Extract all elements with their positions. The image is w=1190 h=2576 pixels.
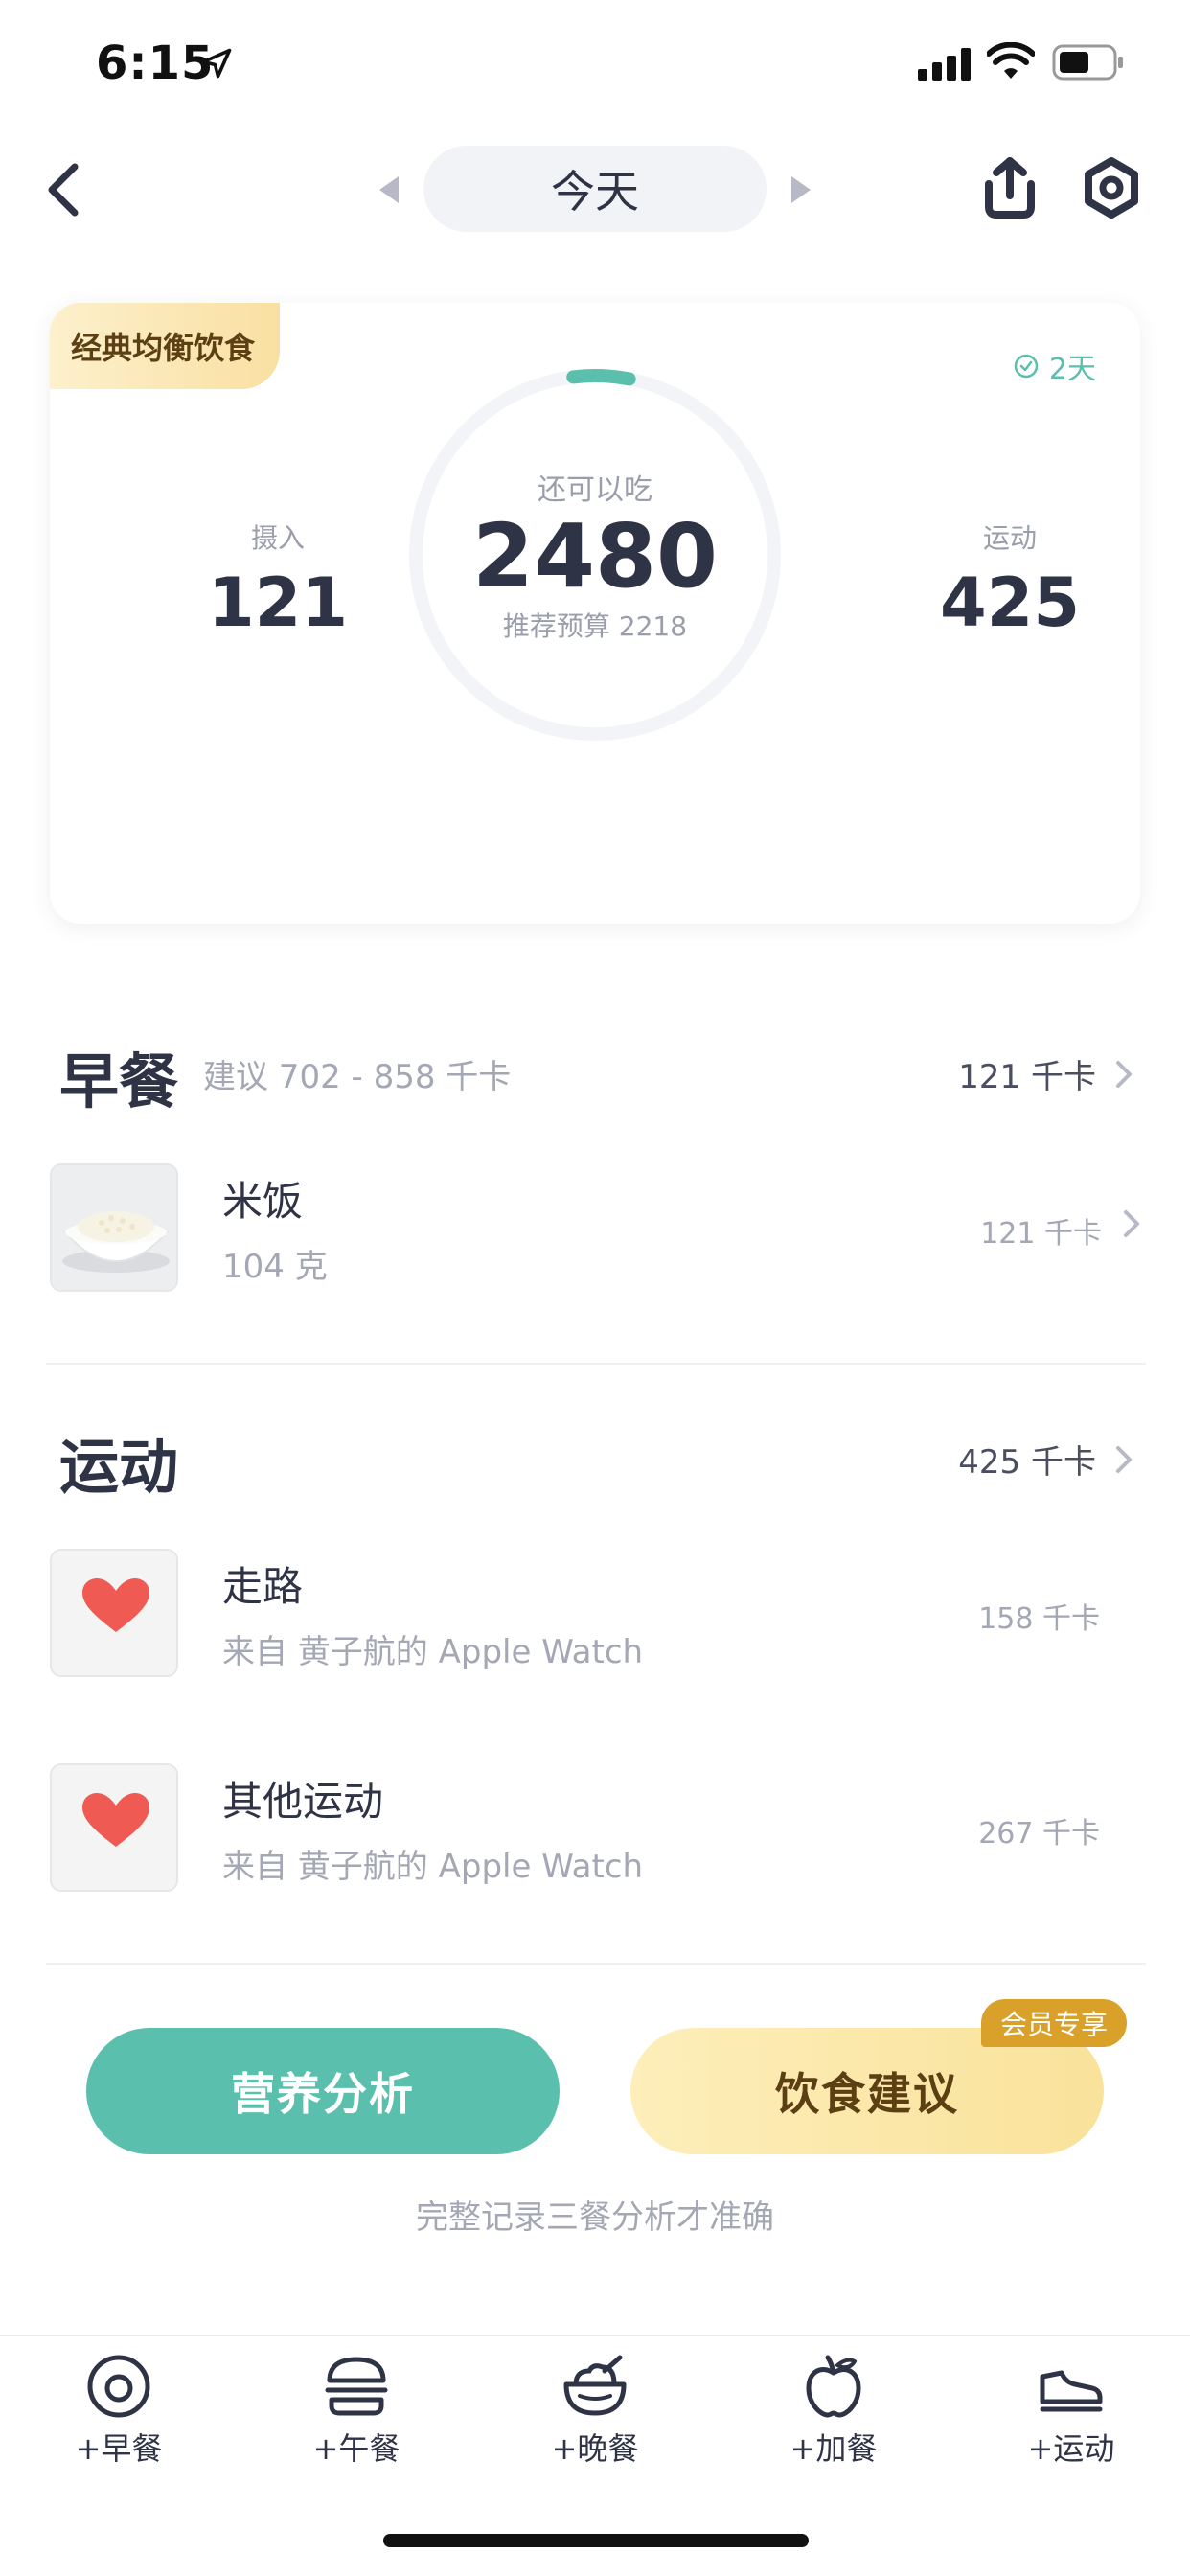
nav-label: +早餐 (75, 2430, 163, 2467)
analysis-hint: 完整记录三餐分析才准确 (416, 2198, 774, 2237)
streak-badge: 2天 (1013, 345, 1096, 387)
heart-icon (52, 1765, 176, 1890)
breakfast-total-value: 121 千卡 (958, 1058, 1096, 1096)
streak-text: 2天 (1048, 353, 1096, 386)
nav-label: +晚餐 (551, 2430, 639, 2467)
exercise-item-name: 其他运动 (222, 1778, 384, 1825)
share-button[interactable] (975, 153, 1044, 222)
nav-label: +午餐 (312, 2430, 400, 2467)
home-indicator[interactable] (383, 2534, 809, 2547)
intake-value: 121 (207, 564, 349, 642)
heart-icon (52, 1551, 176, 1675)
add-snack-button[interactable]: +加餐 (757, 2352, 910, 2469)
exercise-total-value: 425 千卡 (958, 1443, 1096, 1482)
section-divider (46, 1363, 1146, 1365)
exercise-total[interactable]: 425 千卡 (958, 1436, 1133, 1483)
breakfast-hint: 建议 702 - 858 千卡 (203, 1058, 512, 1096)
status-bar: 6:15 (0, 0, 1190, 134)
add-exercise-button[interactable]: +运动 (995, 2352, 1148, 2469)
remaining-label: 还可以吃 (538, 473, 652, 508)
section-divider (46, 1963, 1146, 1965)
chevron-right-icon (1124, 1210, 1139, 1237)
exercise-item-walk[interactable]: 走路 来自 黄子航的 Apple Watch 158 千卡 (50, 1549, 1140, 1679)
add-lunch-button[interactable]: +午餐 (280, 2352, 433, 2469)
check-circle-icon (1014, 354, 1039, 379)
intake-label: 摄入 (250, 522, 305, 554)
settings-button[interactable] (1081, 157, 1142, 218)
exercise-item-kcal: 158 千卡 (978, 1602, 1100, 1636)
intake-stat: 摄入 121 (172, 518, 383, 642)
food-item-kcal: 121 千卡 (980, 1217, 1102, 1251)
location-arrow-icon (201, 48, 232, 79)
exercise-item-source: 来自 黄子航的 Apple Watch (222, 1633, 644, 1671)
back-button[interactable] (44, 161, 82, 218)
diet-plan-tag[interactable]: 经典均衡饮食 (50, 303, 281, 389)
status-time: 6:15 (96, 36, 215, 90)
exercise-stat: 运动 425 (904, 518, 1115, 642)
exercise-label: 运动 (982, 522, 1037, 554)
cellular-signal-icon (918, 48, 971, 80)
breakfast-total[interactable]: 121 千卡 (958, 1050, 1133, 1097)
apple-icon (806, 2355, 861, 2418)
burger-icon (325, 2357, 388, 2416)
wifi-icon (987, 42, 1035, 79)
exercise-item-name: 走路 (222, 1563, 304, 1610)
nav-label: +加餐 (790, 2430, 878, 2467)
date-selector[interactable]: 今天 (423, 146, 767, 232)
budget-label: 推荐预算 2218 (502, 610, 688, 642)
food-item-rice[interactable]: 米饭 104 克 121 千卡 (50, 1163, 1140, 1294)
nutrition-analysis-button[interactable]: 营养分析 (86, 2028, 560, 2154)
rice-image (50, 1163, 178, 1292)
rice-bowl-icon (52, 1165, 176, 1290)
other-exercise-thumb (50, 1763, 178, 1892)
food-item-name: 米饭 (222, 1178, 304, 1225)
walk-thumb (50, 1549, 178, 1677)
next-day-button[interactable] (790, 174, 812, 205)
food-item-chevron (1123, 1209, 1140, 1238)
exercise-item-source: 来自 黄子航的 Apple Watch (222, 1848, 644, 1886)
previous-day-button[interactable] (378, 174, 400, 205)
chevron-right-icon (1116, 1060, 1132, 1088)
vip-badge: 会员专享 (981, 1999, 1128, 2047)
bowl-icon (563, 2355, 627, 2416)
exercise-title: 运动 (59, 1432, 179, 1502)
ring-center: 还可以吃 2480 推荐预算 2218 (408, 368, 782, 742)
exercise-item-kcal: 267 千卡 (978, 1817, 1100, 1851)
add-dinner-button[interactable]: +晚餐 (518, 2352, 672, 2469)
calorie-summary-card[interactable]: 经典均衡饮食 2天 摄入 121 还可以吃 2480 推荐预算 2218 运动 … (50, 303, 1140, 924)
exercise-item-other[interactable]: 其他运动 来自 黄子航的 Apple Watch 267 千卡 (50, 1763, 1140, 1894)
add-breakfast-button[interactable]: +早餐 (42, 2352, 195, 2469)
sneaker-icon (1040, 2370, 1103, 2412)
chevron-right-icon (1116, 1445, 1132, 1473)
exercise-value: 425 (939, 564, 1081, 642)
nav-label: +运动 (1027, 2430, 1115, 2467)
egg-icon (87, 2355, 150, 2418)
food-item-amount: 104 克 (222, 1248, 328, 1286)
breakfast-title: 早餐 (59, 1046, 179, 1116)
battery-icon (1052, 44, 1123, 80)
remaining-value: 2480 (471, 505, 719, 609)
